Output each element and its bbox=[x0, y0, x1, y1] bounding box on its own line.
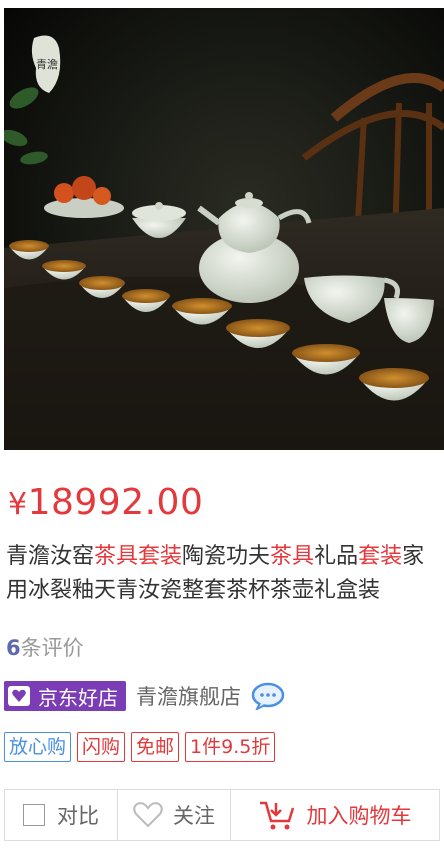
shop-row: 京东好店 青澹旗舰店 bbox=[4, 680, 285, 712]
follow-button[interactable]: 关注 bbox=[118, 790, 231, 840]
product-image[interactable]: 青澹 bbox=[4, 8, 444, 450]
service-tag[interactable]: 闪购 bbox=[77, 732, 126, 762]
svg-text:青澹: 青澹 bbox=[36, 58, 58, 71]
add-to-cart-button[interactable]: 加入购物车 bbox=[231, 790, 439, 840]
title-keyword: 茶具 bbox=[270, 544, 315, 569]
service-tag[interactable]: 放心购 bbox=[4, 732, 72, 762]
price-currency: ¥ bbox=[8, 487, 28, 522]
action-bar: 对比 关注 加入购物车 bbox=[4, 789, 440, 841]
service-tags: 放心购 闪购 免邮 1件9.5折 bbox=[4, 732, 276, 762]
title-keyword: 套装 bbox=[358, 544, 403, 569]
heart-icon bbox=[8, 686, 30, 706]
compare-checkbox[interactable] bbox=[23, 804, 45, 826]
compare-button[interactable]: 对比 bbox=[5, 790, 118, 840]
cart-icon bbox=[259, 801, 294, 830]
cart-label: 加入购物车 bbox=[306, 804, 412, 828]
product-title[interactable]: 青澹汝窑茶具套装陶瓷功夫茶具礼品套装家用冰裂釉天青汝瓷整套茶杯茶壶礼盒装 bbox=[6, 540, 440, 608]
title-text: 礼品 bbox=[314, 544, 359, 569]
compare-label: 对比 bbox=[57, 804, 99, 828]
review-number: 6 bbox=[6, 636, 21, 660]
product-price: ¥18992.00 bbox=[8, 482, 203, 523]
review-count[interactable]: 6条评价 bbox=[6, 632, 84, 662]
service-tag[interactable]: 免邮 bbox=[131, 732, 180, 762]
price-value: 18992.00 bbox=[27, 482, 204, 523]
shop-name-link[interactable]: 青澹旗舰店 bbox=[136, 681, 241, 711]
chat-bubble-icon[interactable] bbox=[251, 682, 285, 710]
review-suffix: 条评价 bbox=[20, 636, 84, 660]
jd-good-shop-badge: 京东好店 bbox=[4, 681, 126, 711]
title-keyword: 茶具套装 bbox=[94, 544, 183, 569]
service-tag[interactable]: 1件9.5折 bbox=[185, 732, 276, 762]
title-text: 陶瓷功夫 bbox=[182, 544, 271, 569]
badge-label: 京东好店 bbox=[38, 685, 118, 710]
heart-outline-icon bbox=[133, 802, 163, 828]
title-text: 青澹汝窑 bbox=[6, 544, 95, 569]
follow-label: 关注 bbox=[173, 804, 215, 828]
